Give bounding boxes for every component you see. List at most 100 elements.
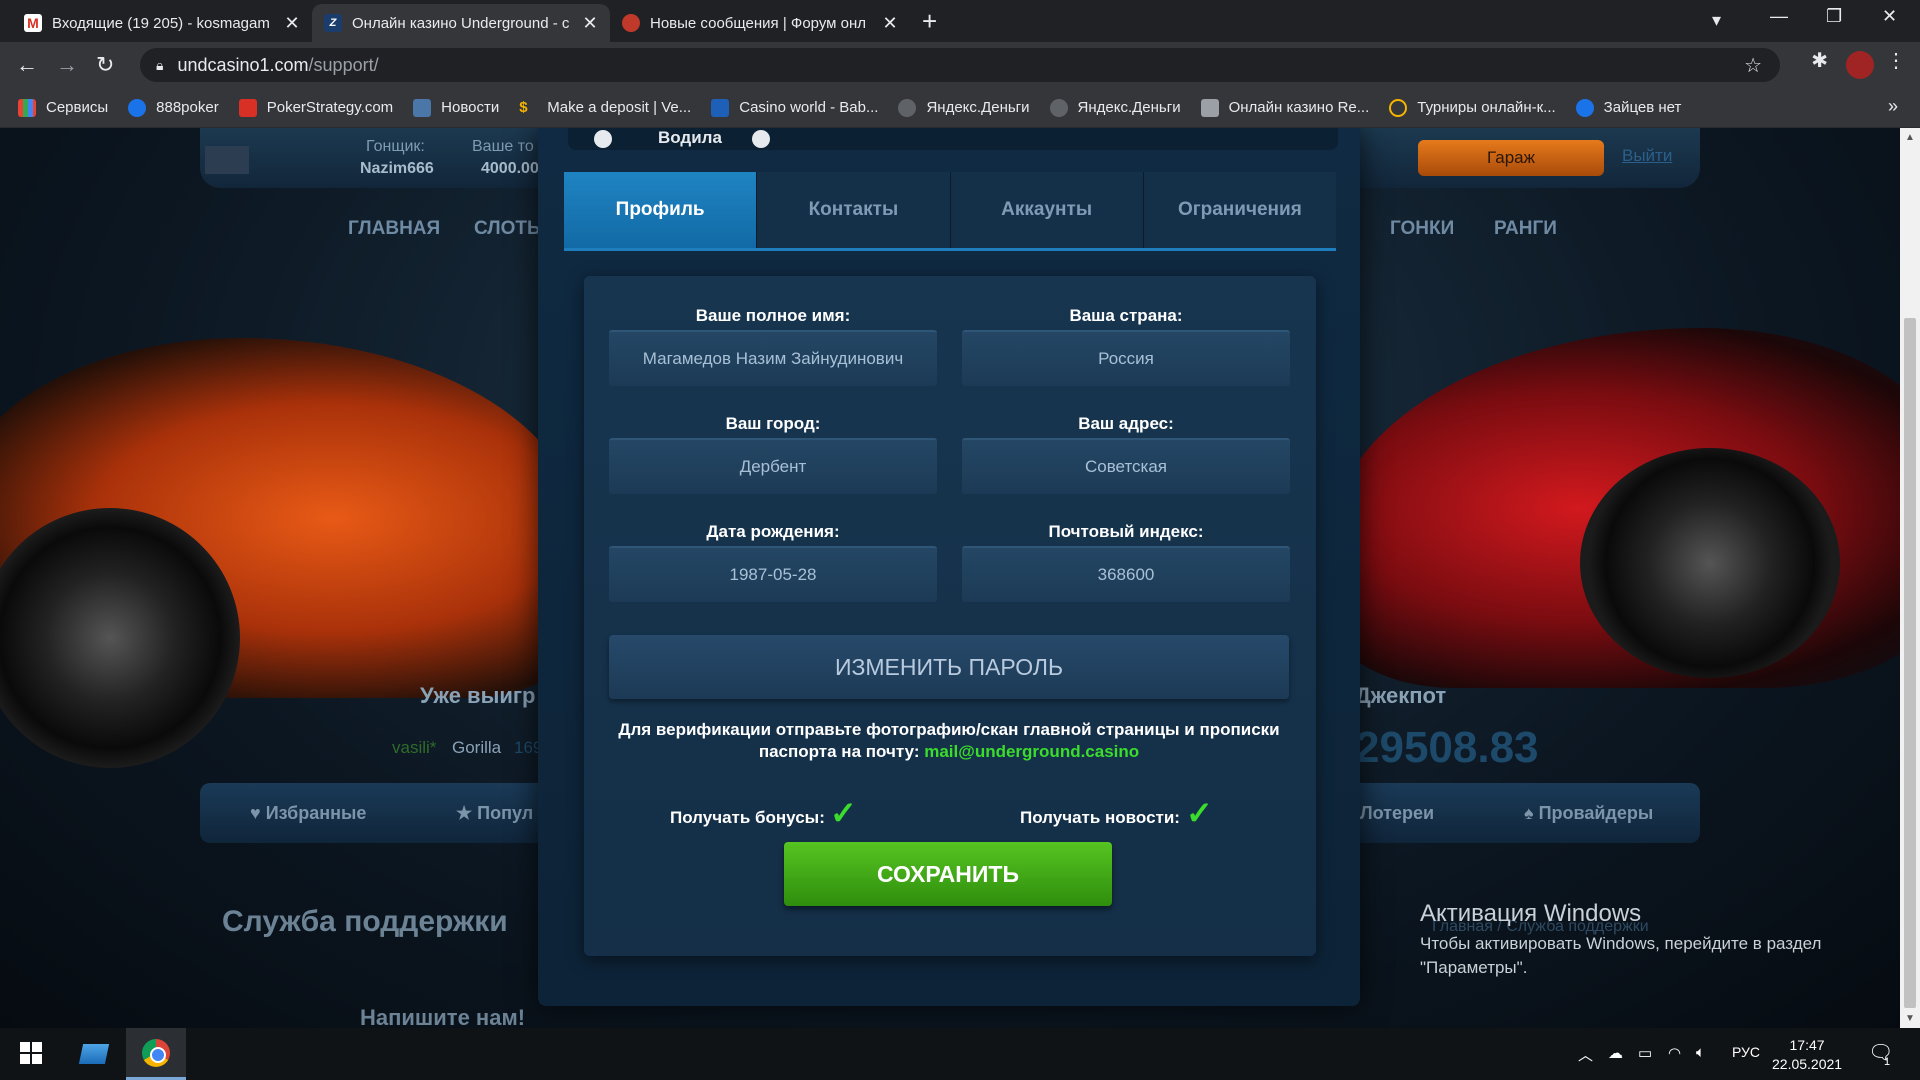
desktop-icon bbox=[78, 1044, 110, 1064]
bookmark-deposit[interactable]: $ Make a deposit | Ve... bbox=[519, 99, 691, 117]
tab-underground[interactable]: Z Онлайн казино Underground - с ✕ bbox=[312, 4, 610, 42]
profile-avatar[interactable] bbox=[1846, 51, 1874, 79]
close-tab-icon[interactable]: ✕ bbox=[582, 13, 598, 34]
bookmark-news[interactable]: Новости bbox=[413, 98, 499, 117]
racer-label: Гонщик: bbox=[366, 138, 425, 155]
yandex-money-icon bbox=[898, 98, 917, 117]
verification-email-link[interactable]: mail@underground.casino bbox=[924, 742, 1139, 761]
category-popular[interactable]: ★ Попул bbox=[456, 803, 533, 824]
change-password-button[interactable]: ИЗМЕНИТЬ ПАРОЛЬ bbox=[609, 635, 1289, 699]
tab-forum[interactable]: Новые сообщения | Форум онл ✕ bbox=[610, 4, 910, 42]
pokerstrategy-icon bbox=[238, 98, 257, 117]
tray-chevron-icon[interactable]: ︿ bbox=[1578, 1044, 1593, 1065]
bookmark-yandex-money-1[interactable]: Яндекс.Деньги bbox=[898, 98, 1030, 117]
scroll-down-icon[interactable]: ▼ bbox=[1905, 1013, 1915, 1024]
tab-gmail[interactable]: M Входящие (19 205) - kosmagam ✕ bbox=[12, 4, 312, 42]
tab-search-icon[interactable]: ▾ bbox=[1712, 10, 1721, 31]
verification-note: Для верификации отправьте фотографию/ска… bbox=[609, 719, 1289, 763]
tab-title: Онлайн казино Underground - с bbox=[352, 14, 570, 32]
tab-profile[interactable]: Профиль bbox=[564, 172, 757, 248]
battery-icon[interactable]: ▭ bbox=[1638, 1044, 1652, 1062]
nav-slots[interactable]: СЛОТЫ bbox=[474, 218, 546, 240]
scroll-up-icon[interactable]: ▲ bbox=[1905, 132, 1915, 143]
taskbar-app-explorer[interactable] bbox=[64, 1028, 124, 1080]
back-button[interactable]: ← bbox=[16, 52, 38, 78]
birthdate-label: Дата рождения: bbox=[706, 522, 840, 541]
radio-right[interactable] bbox=[752, 130, 770, 148]
windows-start-icon[interactable] bbox=[20, 1042, 42, 1064]
tab-accounts[interactable]: Аккаунты bbox=[949, 172, 1143, 248]
bookmark-casino-world[interactable]: Casino world - Bab... bbox=[711, 98, 878, 117]
bookmark-888poker[interactable]: 888poker bbox=[128, 98, 219, 117]
volume-icon[interactable]: 🔈︎ bbox=[1696, 1044, 1705, 1061]
save-button[interactable]: СОХРАНИТЬ bbox=[784, 842, 1112, 906]
full-name-label: Ваше полное имя: bbox=[695, 306, 851, 325]
birthdate-field[interactable]: 1987-05-28 bbox=[609, 546, 937, 602]
balance-value: 4000.00 bbox=[481, 160, 539, 177]
tab-title: Входящие (19 205) - kosmagam bbox=[52, 14, 270, 32]
city-field[interactable]: Дербент bbox=[609, 438, 937, 494]
taskbar-app-chrome[interactable] bbox=[126, 1028, 186, 1080]
uk-flag-icon[interactable] bbox=[205, 146, 249, 174]
country-label: Ваша страна: bbox=[1069, 306, 1183, 325]
address-field[interactable]: Советская bbox=[962, 438, 1290, 494]
bookmark-tournaments[interactable]: Турниры онлайн-к... bbox=[1389, 98, 1556, 117]
close-window-button[interactable]: ✕ bbox=[1882, 6, 1897, 27]
bookmark-star-icon[interactable]: ☆ bbox=[1744, 53, 1762, 78]
scrollbar-thumb[interactable] bbox=[1904, 318, 1916, 1008]
language-indicator[interactable]: РУС bbox=[1732, 1044, 1760, 1060]
menu-icon[interactable]: ⋮ bbox=[1886, 48, 1906, 73]
activation-text-1: Чтобы активировать Windows, перейдите в … bbox=[1420, 934, 1822, 953]
casino-house-icon bbox=[1200, 98, 1219, 117]
support-title: Служба поддержки bbox=[222, 905, 508, 938]
category-lotteries[interactable]: Лотереи bbox=[1360, 803, 1434, 824]
address-label: Ваш адрес: bbox=[1078, 414, 1174, 433]
new-tab-button[interactable]: + bbox=[922, 6, 937, 37]
notification-count: 1 bbox=[1884, 1056, 1891, 1068]
yandex-money-icon bbox=[1049, 98, 1068, 117]
extensions-icon[interactable]: ✱ bbox=[1811, 48, 1828, 73]
restore-button[interactable]: ❐ bbox=[1826, 6, 1842, 27]
category-providers[interactable]: ♠ Провайдеры bbox=[1524, 803, 1653, 824]
nav-ranks[interactable]: РАНГИ bbox=[1494, 218, 1557, 240]
forward-button[interactable]: → bbox=[56, 52, 78, 78]
zip-field[interactable]: 368600 bbox=[962, 546, 1290, 602]
category-favorites[interactable]: ♥ Избранные bbox=[250, 803, 366, 824]
close-tab-icon[interactable]: ✕ bbox=[284, 13, 300, 34]
garage-button[interactable]: Гараж bbox=[1418, 140, 1604, 176]
bookmark-yandex-money-2[interactable]: Яндекс.Деньги bbox=[1049, 98, 1181, 117]
apps-grid-icon bbox=[18, 98, 36, 117]
exit-link[interactable]: Выйти bbox=[1622, 146, 1672, 166]
casino-icon: Z bbox=[324, 14, 342, 32]
nav-races[interactable]: ГОНКИ bbox=[1390, 218, 1454, 240]
address-bar[interactable]: 🔒︎ undcasino1.com/support/ ☆ bbox=[140, 48, 1780, 82]
bookmark-pokerstrategy[interactable]: PokerStrategy.com bbox=[238, 98, 393, 117]
tab-restrictions[interactable]: Ограничения bbox=[1142, 172, 1336, 248]
bookmark-services[interactable]: Сервисы bbox=[18, 98, 108, 117]
onedrive-icon[interactable]: ☁ bbox=[1608, 1044, 1623, 1062]
country-field[interactable]: Россия bbox=[962, 330, 1290, 386]
bookmark-online-casino[interactable]: Онлайн казино Re... bbox=[1200, 98, 1369, 117]
balance-label: Ваше то bbox=[472, 138, 534, 155]
radio-left[interactable] bbox=[594, 130, 612, 148]
taskbar-clock[interactable]: 17:47 22.05.2021 bbox=[1772, 1036, 1842, 1074]
tab-contacts[interactable]: Контакты bbox=[756, 172, 950, 248]
minimize-button[interactable]: — bbox=[1770, 6, 1788, 27]
bookmarks-bar: Сервисы 888poker PokerStrategy.com Новос… bbox=[0, 88, 1920, 128]
more-bookmarks-icon[interactable]: » bbox=[1888, 96, 1898, 117]
full-name-field[interactable]: Магамедов Назим Зайнудинович bbox=[609, 330, 937, 386]
car-wheel-right bbox=[1580, 448, 1840, 678]
reload-button[interactable]: ↻ bbox=[96, 52, 114, 78]
news-checkmark-icon[interactable]: ✓ bbox=[1186, 794, 1213, 832]
bonuses-checkmark-icon[interactable]: ✓ bbox=[830, 794, 857, 832]
url-path: /support/ bbox=[308, 54, 379, 75]
wifi-icon[interactable]: ◠ bbox=[1668, 1044, 1681, 1062]
clock-date: 22.05.2021 bbox=[1772, 1056, 1843, 1072]
windows-activation-watermark: Активация Windows Чтобы активировать Win… bbox=[1420, 900, 1821, 980]
url-domain: undcasino1.com bbox=[177, 54, 309, 75]
page-scrollbar[interactable]: ▲ ▼ bbox=[1900, 128, 1920, 1028]
bookmark-zaitsev[interactable]: Зайцев нет bbox=[1575, 98, 1681, 117]
close-tab-icon[interactable]: ✕ bbox=[882, 13, 898, 34]
nav-main[interactable]: ГЛАВНАЯ bbox=[348, 218, 440, 240]
activation-text-2: "Параметры". bbox=[1420, 958, 1528, 977]
